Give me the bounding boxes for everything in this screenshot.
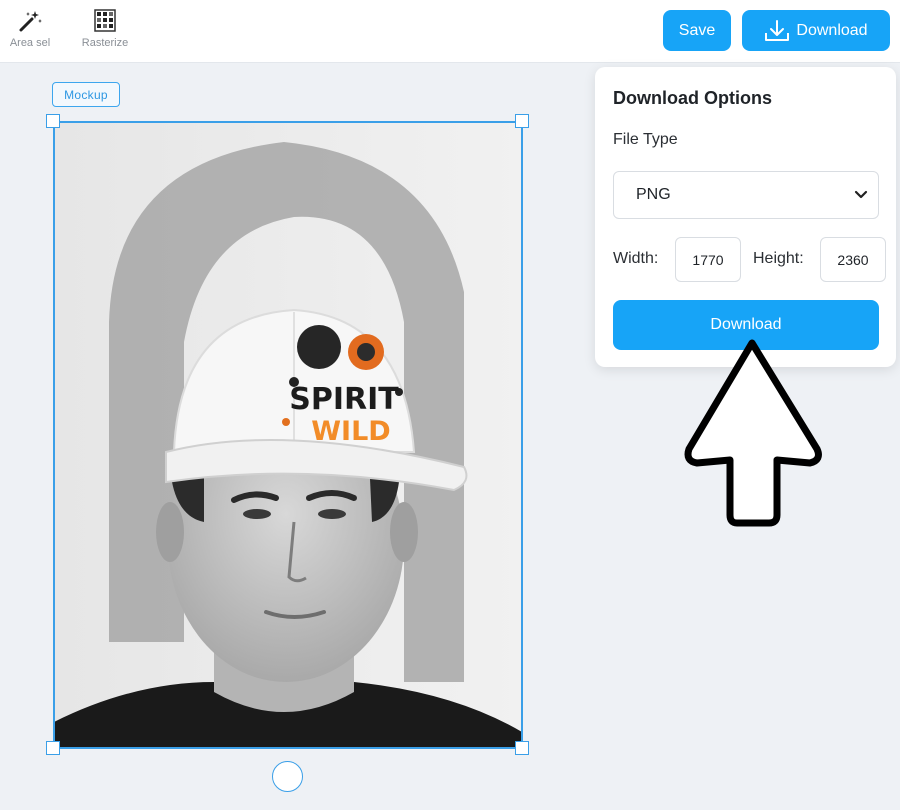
layer-tag[interactable]: Mockup [52,82,120,107]
rotate-handle[interactable] [272,761,303,792]
area-select-tool[interactable]: Area sel [6,9,54,49]
resize-handle-top-right[interactable] [515,114,529,128]
file-type-label: File Type [613,131,678,148]
save-button-label: Save [678,21,716,39]
cap-print-spirit: SPIRIT [289,382,399,417]
file-type-value: PNG [636,186,671,203]
height-label: Height: [753,250,804,267]
save-button[interactable]: Save [663,10,731,51]
panel-download-label: Download [710,316,782,333]
mockup-image[interactable]: SPIRIT WILD [54,122,522,748]
resize-handle-bottom-left[interactable] [46,741,60,755]
magic-wand-icon [19,11,42,32]
height-input[interactable]: 2360 [820,237,886,282]
download-button-label: Download [796,21,868,39]
width-label: Width: [613,250,659,267]
cap-print-wild: WILD [311,416,390,447]
area-select-label: Area sel [9,37,51,49]
download-tray-icon [765,19,790,41]
top-toolbar: Area sel Rasterize Save Download [0,0,900,63]
chevron-down-icon [854,190,868,199]
file-type-select[interactable]: PNG [613,171,879,219]
download-options-panel: Download Options File Type PNG Width: 17… [595,67,896,367]
width-input[interactable]: 1770 [675,237,741,282]
resize-handle-bottom-right[interactable] [515,741,529,755]
mockup-photo-illustration: SPIRIT WILD [54,122,522,748]
panel-title: Download Options [613,88,772,108]
rasterize-tool[interactable]: Rasterize [78,9,132,49]
resize-handle-top-left[interactable] [46,114,60,128]
download-button[interactable]: Download [742,10,890,51]
rasterize-label: Rasterize [81,37,129,49]
pointer-arrow-icon [684,339,822,527]
rasterize-grid-icon [94,9,116,32]
